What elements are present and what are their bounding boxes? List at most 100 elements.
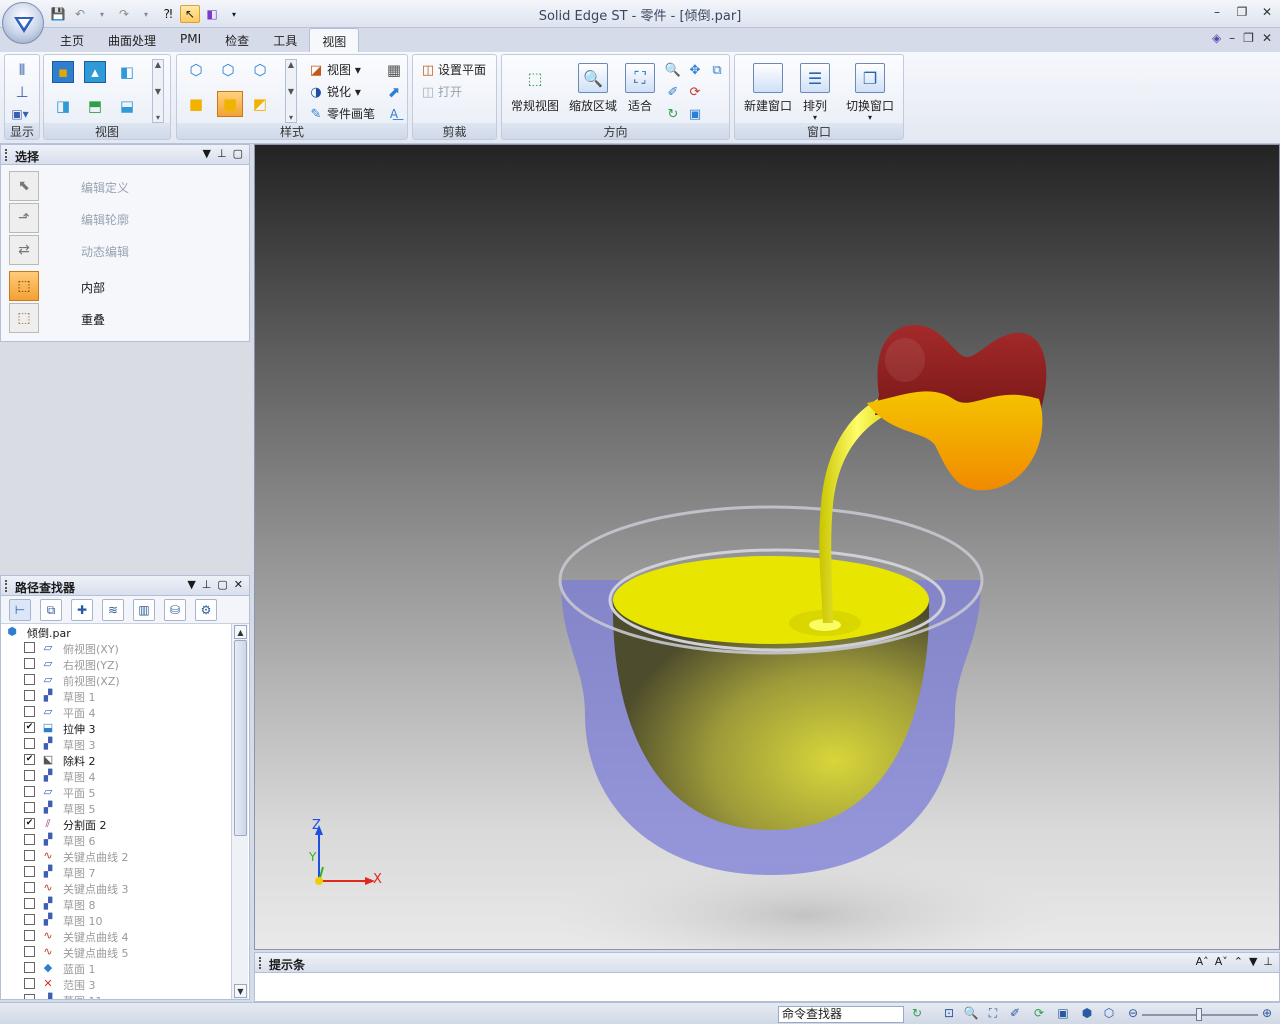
close-button[interactable]: ✕ — [1256, 5, 1278, 19]
shaded-edges-icon[interactable]: ■ — [217, 91, 243, 117]
tree-item-checkbox[interactable] — [24, 834, 35, 845]
shaded-icon[interactable]: ■ — [185, 93, 207, 115]
tree-item[interactable]: ▞ 草图 5 — [1, 800, 231, 816]
sharpen-label[interactable]: 锐化 ▾ — [327, 83, 361, 100]
assembly-icon[interactable]: ✚ — [71, 599, 93, 621]
tree-item[interactable]: ✔ ⬕ 除料 2 — [1, 752, 231, 768]
texture-icon[interactable]: ⬈ — [383, 81, 405, 103]
wireframe-icon[interactable]: ⬡ — [185, 59, 207, 81]
shaded-status-icon[interactable]: ⬢ — [1078, 1006, 1096, 1023]
tree-item-checkbox[interactable] — [24, 850, 35, 861]
wireframe-status-icon[interactable]: ⬡ — [1100, 1006, 1118, 1023]
font-increase-icon[interactable]: A˄ — [1196, 955, 1209, 968]
display-options-icon[interactable]: ▣▾ — [9, 103, 31, 125]
tree-item[interactable]: ◆ 蓝面 1 — [1, 960, 231, 976]
part-painter-label[interactable]: 零件画笔 — [327, 105, 375, 122]
select-filter-icon[interactable]: ◧ — [202, 5, 222, 23]
tree-item[interactable]: ▱ 右视图(YZ) — [1, 656, 231, 672]
panel-grip[interactable] — [5, 149, 8, 161]
hidden-edges-icon[interactable]: ⬡ — [249, 59, 271, 81]
rotate-status-icon[interactable]: ⟳ — [1030, 1006, 1048, 1023]
maximize-panel-icon[interactable]: ▢ — [217, 578, 227, 591]
tree-item-checkbox[interactable] — [24, 642, 35, 653]
undo-dropdown-icon[interactable]: ▾ — [92, 5, 112, 23]
panel-menu-icon[interactable]: ▼ — [187, 578, 195, 591]
pin-icon[interactable]: ⊥ — [202, 578, 212, 591]
tree-item[interactable]: ∿ 关键点曲线 5 — [1, 944, 231, 960]
set-plane-icon[interactable]: ◫ — [417, 59, 439, 81]
tree-item-checkbox[interactable] — [24, 994, 35, 999]
tree-item[interactable]: ✔ ⬓ 拉伸 3 — [1, 720, 231, 736]
tree-item-checkbox[interactable] — [24, 914, 35, 925]
show-hide-icon[interactable]: ⫴ — [11, 59, 33, 81]
sketch-view-status-icon[interactable]: ✐ — [1006, 1006, 1024, 1023]
fit-button[interactable]: ⛶ 适合 — [620, 63, 660, 114]
tree-item[interactable]: ▞ 草图 3 — [1, 736, 231, 752]
zoom-slider-thumb[interactable] — [1196, 1008, 1202, 1021]
tree-item-checkbox[interactable] — [24, 802, 35, 813]
select-item-label[interactable]: 重叠 — [81, 311, 105, 328]
graphics-viewport[interactable]: Z Y X — [254, 144, 1280, 975]
tree-item[interactable]: ▞ 草图 6 — [1, 832, 231, 848]
sharpen-icon[interactable]: ◑ — [305, 81, 327, 103]
tree-item[interactable]: ▞ 草图 1 — [1, 688, 231, 704]
zoom-icon[interactable]: 🔍 — [662, 59, 684, 81]
tree-item[interactable]: ▱ 俯视图(XY) — [1, 640, 231, 656]
style-gallery-scroll[interactable]: ▲ ▼ ▾ — [285, 59, 297, 123]
help-book-icon[interactable]: ◈ — [1212, 31, 1221, 45]
zoom-area-status-icon[interactable]: ⊡ — [940, 1006, 958, 1023]
panel-menu-icon[interactable]: ▼ — [203, 147, 211, 160]
text-style-icon[interactable]: A͟ — [383, 103, 405, 125]
panel-grip[interactable] — [5, 580, 8, 592]
tree-item[interactable]: ▞ 草图 8 — [1, 896, 231, 912]
panel-menu-icon[interactable]: ▼ — [1249, 955, 1257, 968]
customize-qat-icon[interactable]: ▾ — [224, 5, 244, 23]
shaded-visible-icon[interactable]: ◩ — [249, 93, 271, 115]
restore-button[interactable]: ❐ — [1231, 5, 1253, 19]
pin-icon[interactable]: ⊥ — [1263, 955, 1273, 968]
maximize-panel-icon[interactable]: ▢ — [233, 147, 243, 160]
view-gallery-scroll[interactable]: ▲ ▼ ▾ — [152, 59, 164, 123]
inside-select-icon[interactable]: ⬚ — [9, 271, 39, 301]
tab-surfacing[interactable]: 曲面处理 — [96, 28, 168, 52]
view-bottom-icon[interactable]: ⬓ — [116, 95, 138, 117]
view-left-icon[interactable]: ◨ — [52, 95, 74, 117]
tree-item-checkbox[interactable] — [24, 658, 35, 669]
command-finder-go-icon[interactable]: ↻ — [908, 1006, 926, 1023]
visible-edges-icon[interactable]: ⬡ — [217, 59, 239, 81]
tree-root[interactable]: ⬢ 倾倒.par — [1, 624, 231, 640]
zoom-in-icon[interactable]: ⊕ — [1258, 1006, 1276, 1023]
tab-tools[interactable]: 工具 — [261, 28, 309, 52]
settings-icon[interactable]: ⚙ — [195, 599, 217, 621]
select-item-inside[interactable]: ⬚ 内部 — [7, 271, 245, 301]
previous-view-icon[interactable]: ⧉ — [706, 59, 728, 81]
overlap-select-icon[interactable]: ⬚ — [9, 303, 39, 333]
tree-item-checkbox[interactable]: ✔ — [24, 818, 35, 829]
view-iso-icon[interactable]: ▪ — [52, 61, 74, 83]
save-icon[interactable]: 💾 — [48, 5, 68, 23]
tree-item[interactable]: ∿ 关键点曲线 2 — [1, 848, 231, 864]
tree-item[interactable]: ∿ 关键点曲线 3 — [1, 880, 231, 896]
spin-about-icon[interactable]: ↻ — [662, 103, 684, 125]
set-plane-label[interactable]: 设置平面 — [438, 61, 486, 78]
sketch-view-icon[interactable]: ✐ — [662, 81, 684, 103]
font-decrease-icon[interactable]: A˅ — [1215, 955, 1228, 968]
tree-item-checkbox[interactable] — [24, 690, 35, 701]
layers-icon[interactable]: ⧉ — [40, 599, 62, 621]
scroll-thumb[interactable] — [234, 640, 247, 836]
close-panel-icon[interactable]: ✕ — [234, 578, 243, 591]
arrange-button[interactable]: ☰ 排列 ▾ — [797, 63, 833, 122]
tree-item[interactable]: ▞ 草图 7 — [1, 864, 231, 880]
normal-view-button[interactable]: ⬚ 常规视图 — [506, 63, 564, 114]
tree-item[interactable]: ▱ 平面 5 — [1, 784, 231, 800]
rotate-icon[interactable]: ⟳ — [684, 81, 706, 103]
view-top-icon[interactable]: ▴ — [84, 61, 106, 83]
named-view-status-icon[interactable]: ▣ — [1054, 1006, 1072, 1023]
zoom-status-icon[interactable]: 🔍 — [962, 1006, 980, 1023]
tree-item-checkbox[interactable] — [24, 770, 35, 781]
pathfinder-scrollbar[interactable]: ▲ ▼ — [231, 624, 248, 999]
switch-window-button[interactable]: ❐ 切换窗口 ▾ — [839, 63, 901, 122]
model-scene[interactable] — [255, 145, 1279, 975]
tree-item[interactable]: ▱ 前视图(XZ) — [1, 672, 231, 688]
tree-item-checkbox[interactable] — [24, 706, 35, 717]
